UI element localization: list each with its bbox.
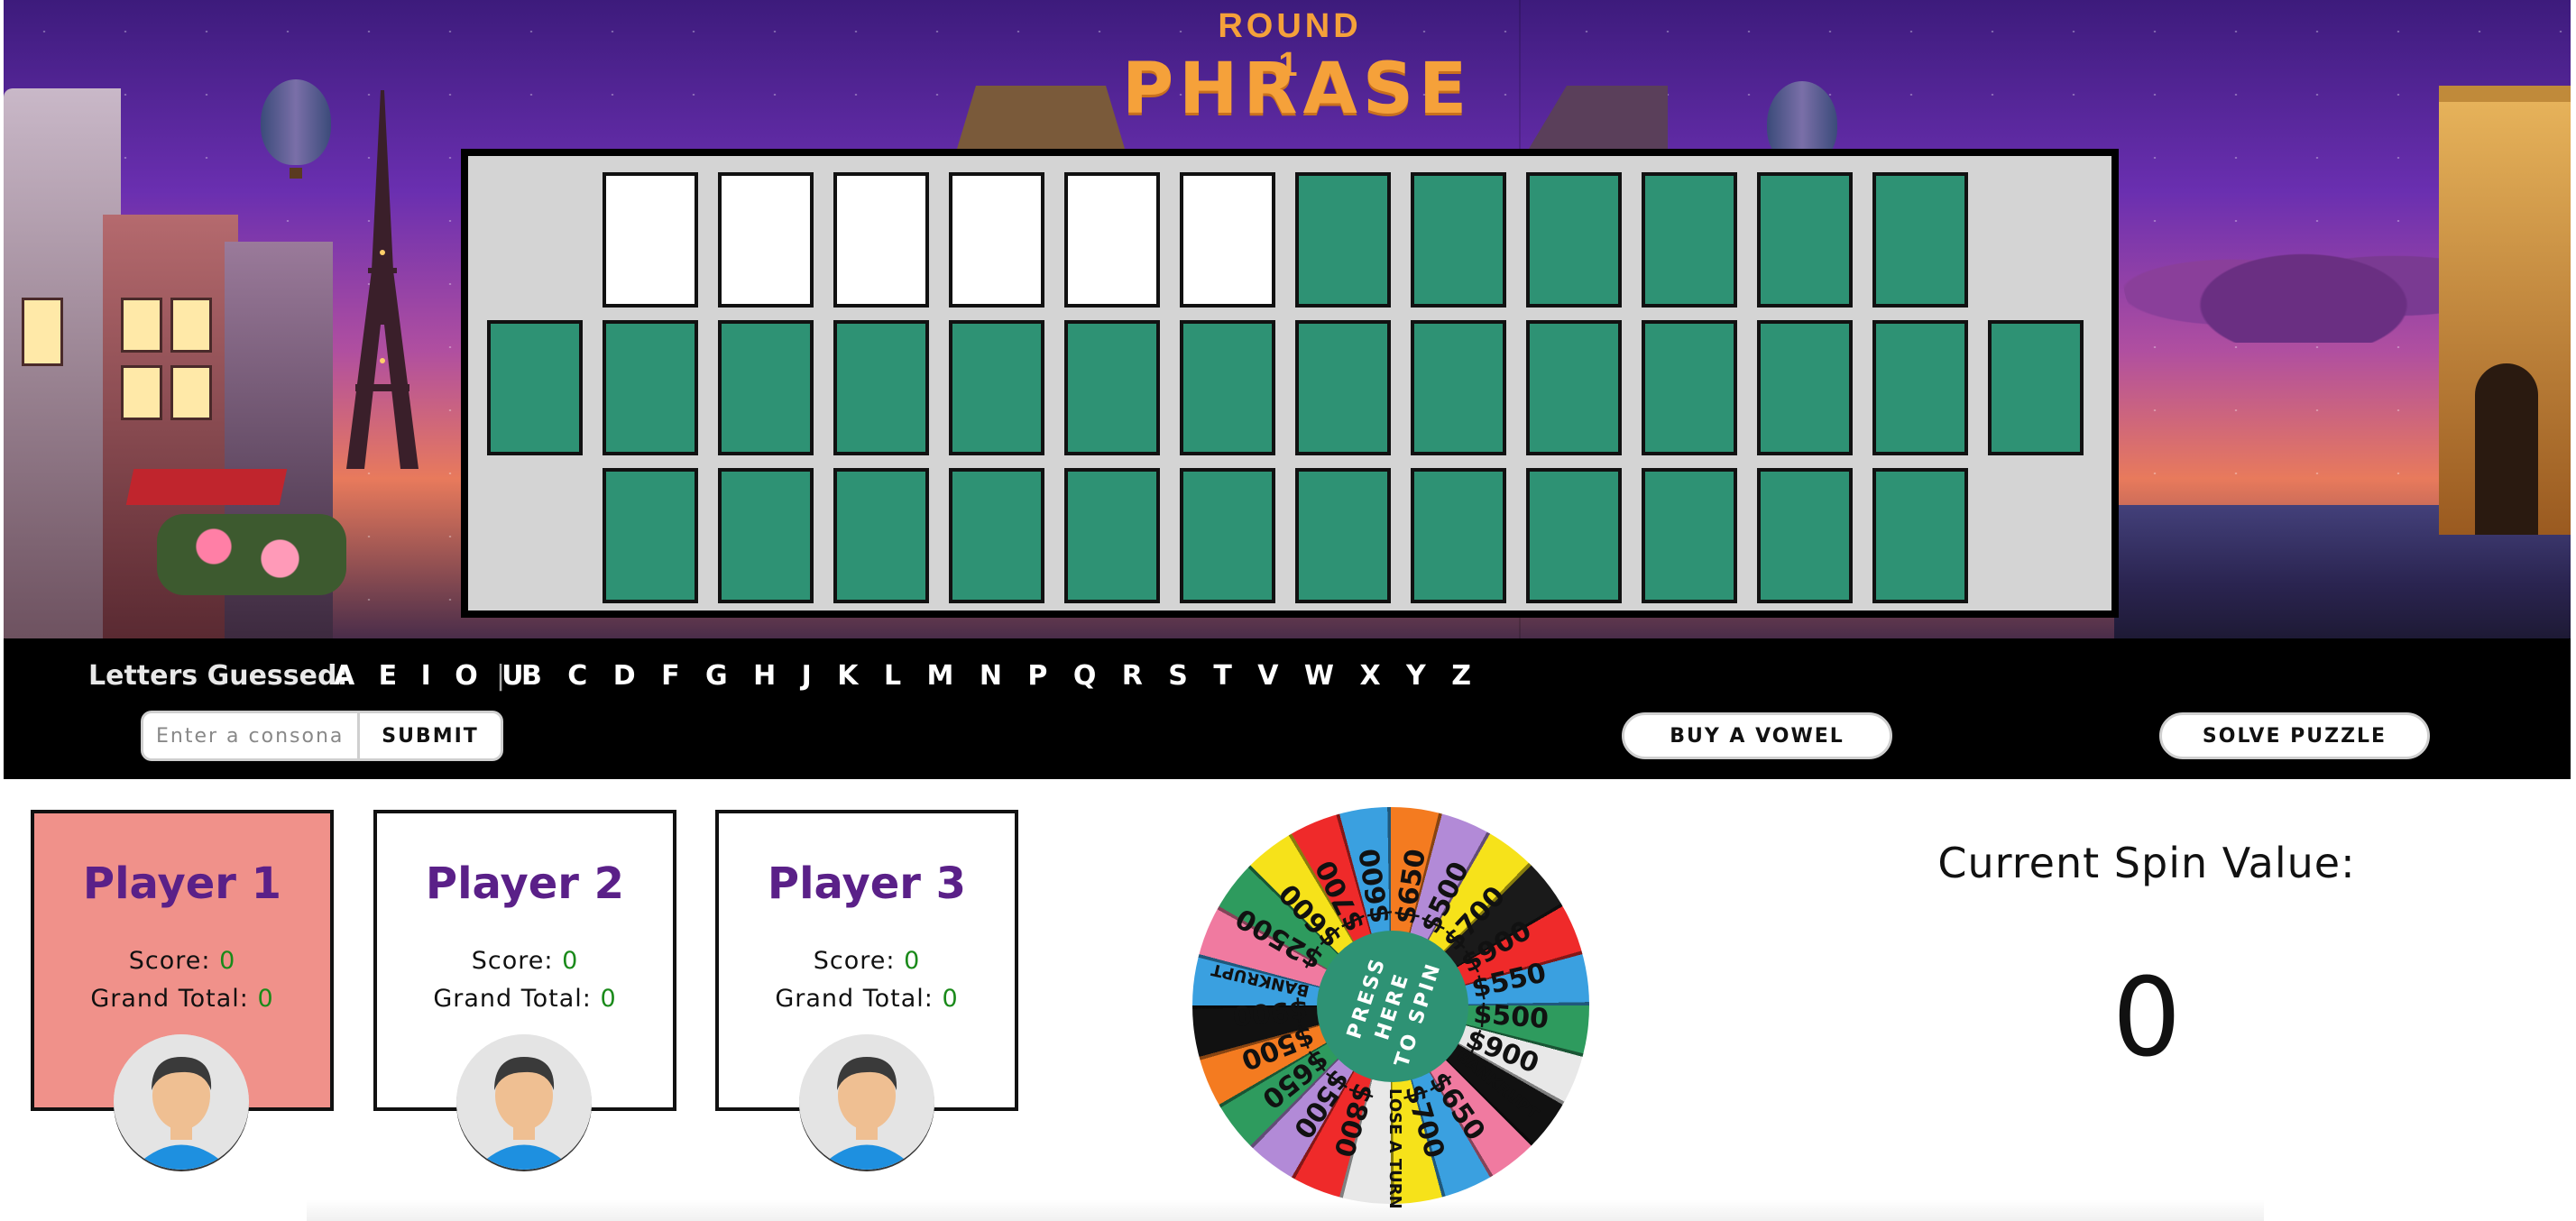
player-1-avatar bbox=[114, 1034, 249, 1170]
puzzle-tile-open bbox=[603, 172, 698, 308]
puzzle-backdrop: ROUND 1 PHRASE bbox=[4, 0, 2571, 638]
player-name: Player 3 bbox=[767, 858, 967, 909]
puzzle-tile-hidden bbox=[1295, 172, 1391, 308]
balloon-basket-left bbox=[290, 168, 302, 179]
control-bar: Letters Guessed: A E I O U | B C D F G H… bbox=[4, 638, 2571, 779]
puzzle-tile-hidden bbox=[1064, 468, 1160, 603]
puzzle-tile-hidden bbox=[1411, 172, 1506, 308]
puzzle-tile-hidden bbox=[603, 468, 698, 603]
puzzle-tile-hidden bbox=[603, 320, 698, 455]
player-score: Score: 0 bbox=[34, 947, 330, 975]
buy-vowel-button[interactable]: BUY A VOWEL bbox=[1622, 712, 1892, 759]
player-grand-total: Grand Total: 0 bbox=[34, 985, 330, 1013]
puzzle-tile-hidden bbox=[1295, 468, 1391, 603]
current-spin-label: Current Spin Value: bbox=[1937, 839, 2356, 887]
arc-de-triomphe bbox=[2439, 86, 2571, 535]
puzzle-tile-open bbox=[949, 172, 1044, 308]
puzzle-tile-hidden bbox=[1180, 468, 1275, 603]
puzzle-tile-hidden bbox=[487, 320, 583, 455]
puzzle-tile-hidden bbox=[718, 468, 814, 603]
player-3-avatar bbox=[799, 1034, 934, 1170]
grand-total-value: 0 bbox=[257, 985, 274, 1013]
puzzle-tile-hidden bbox=[1064, 320, 1160, 455]
spin-button-label: PRESS HERE TO SPIN bbox=[1342, 954, 1446, 1070]
puzzle-tile-hidden bbox=[1526, 320, 1622, 455]
shop-awning bbox=[125, 469, 288, 505]
score-label: Score: bbox=[128, 947, 211, 975]
player-score: Score: 0 bbox=[719, 947, 1015, 975]
player-name: Player 1 bbox=[82, 858, 282, 909]
window bbox=[121, 298, 162, 353]
grand-total-label: Grand Total: bbox=[433, 985, 592, 1013]
score-value: 0 bbox=[904, 947, 921, 975]
puzzle-tile-hidden bbox=[1642, 468, 1737, 603]
puzzle-tile-hidden bbox=[949, 468, 1044, 603]
spin-button[interactable]: PRESS HERE TO SPIN bbox=[1317, 931, 1468, 1082]
window bbox=[170, 298, 212, 353]
puzzle-tile-open bbox=[1180, 172, 1275, 308]
score-value: 0 bbox=[219, 947, 236, 975]
puzzle-tile-hidden bbox=[1526, 172, 1622, 308]
submit-button[interactable]: SUBMIT bbox=[357, 711, 503, 761]
puzzle-tile-hidden bbox=[1757, 172, 1853, 308]
avatar-icon bbox=[114, 1034, 249, 1170]
puzzle-tile-hidden bbox=[1295, 320, 1391, 455]
avatar-icon bbox=[799, 1034, 934, 1170]
hot-air-balloon-left bbox=[261, 79, 331, 165]
consonant-input[interactable] bbox=[141, 711, 357, 761]
puzzle-tile-hidden bbox=[1642, 172, 1737, 308]
solve-puzzle-button[interactable]: SOLVE PUZZLE bbox=[2159, 712, 2430, 759]
puzzle-category: PHRASE bbox=[1122, 49, 1473, 130]
score-value: 0 bbox=[562, 947, 579, 975]
player-grand-total: Grand Total: 0 bbox=[719, 985, 1015, 1013]
puzzle-tile-hidden bbox=[718, 320, 814, 455]
puzzle-tile-hidden bbox=[1526, 468, 1622, 603]
letters-separator: | bbox=[496, 660, 506, 692]
wheel-wedge-label: LOSE A TURN bbox=[1385, 1088, 1404, 1209]
puzzle-tile-open bbox=[1064, 172, 1160, 308]
puzzle-tile-hidden bbox=[833, 320, 929, 455]
puzzle-tile-hidden bbox=[1872, 320, 1968, 455]
puzzle-tile-open bbox=[718, 172, 814, 308]
puzzle-tile-hidden bbox=[949, 320, 1044, 455]
puzzle-tile-hidden bbox=[1872, 172, 1968, 308]
arch-opening bbox=[2475, 363, 2538, 535]
puzzle-tile-hidden bbox=[1411, 468, 1506, 603]
puzzle-tile-hidden bbox=[1757, 468, 1853, 603]
puzzle-board bbox=[461, 149, 2119, 618]
footer-shadow bbox=[307, 1199, 2264, 1221]
score-label: Score: bbox=[813, 947, 896, 975]
eiffel-tower bbox=[346, 90, 419, 469]
window bbox=[170, 365, 212, 420]
puzzle-tile-hidden bbox=[833, 468, 929, 603]
puzzle-tile-hidden bbox=[1988, 320, 2084, 455]
grand-total-value: 0 bbox=[942, 985, 959, 1013]
puzzle-tile-hidden bbox=[1757, 320, 1853, 455]
avatar-icon bbox=[456, 1034, 592, 1170]
puzzle-tile-hidden bbox=[1642, 320, 1737, 455]
puzzle-tile-open bbox=[833, 172, 929, 308]
window bbox=[121, 365, 162, 420]
flower-stand bbox=[157, 514, 346, 595]
score-label: Score: bbox=[471, 947, 554, 975]
player-score: Score: 0 bbox=[377, 947, 673, 975]
player-grand-total: Grand Total: 0 bbox=[377, 985, 673, 1013]
window bbox=[22, 298, 63, 366]
player-2-avatar bbox=[456, 1034, 592, 1170]
puzzle-tile-hidden bbox=[1872, 468, 1968, 603]
consonant-letters: B C D F G H J K L M N P Q R S T V W X Y … bbox=[521, 660, 1479, 692]
letters-guessed-label: Letters Guessed: bbox=[88, 660, 348, 692]
current-spin-value: 0 bbox=[2111, 956, 2182, 1081]
player-name: Player 2 bbox=[425, 858, 625, 909]
clouds bbox=[2123, 216, 2484, 343]
grand-total-value: 0 bbox=[600, 985, 617, 1013]
wheel-wedge-label: $900 bbox=[1231, 993, 1310, 1032]
puzzle-tile-hidden bbox=[1180, 320, 1275, 455]
grand-total-label: Grand Total: bbox=[775, 985, 934, 1013]
puzzle-tile-hidden bbox=[1411, 320, 1506, 455]
grand-total-label: Grand Total: bbox=[90, 985, 249, 1013]
